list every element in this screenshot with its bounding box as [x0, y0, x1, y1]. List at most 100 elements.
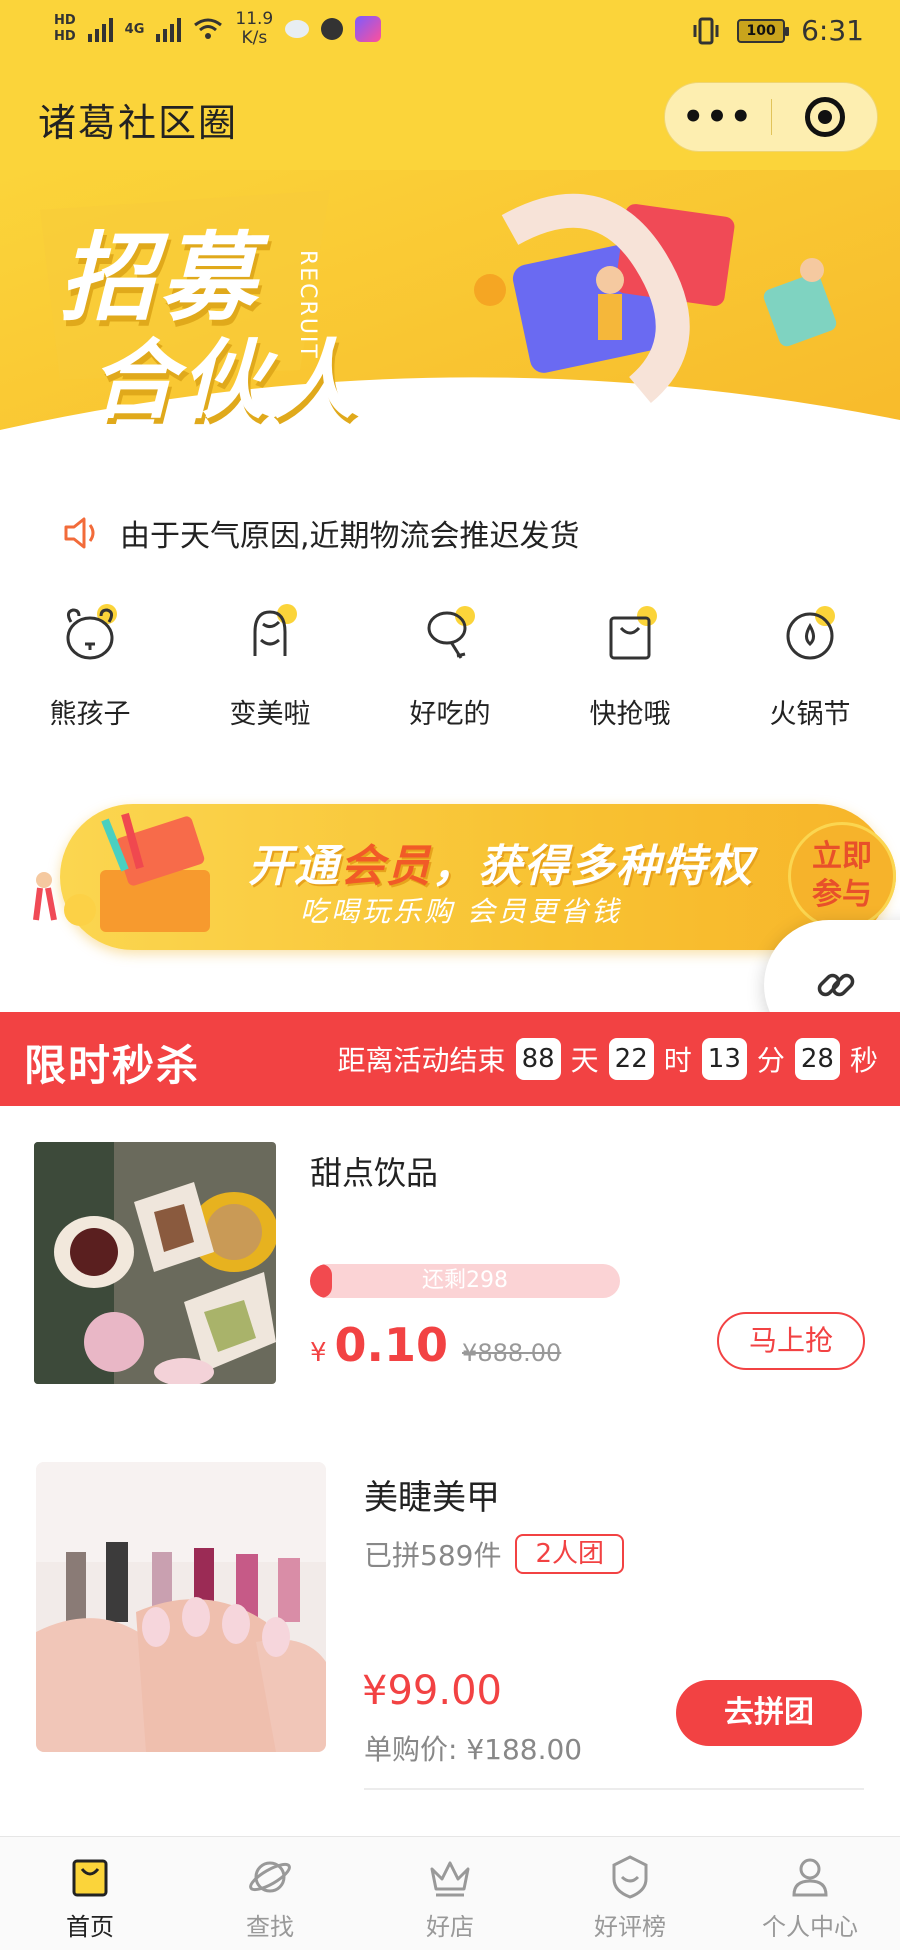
more-menu-button[interactable]: •••: [665, 100, 771, 134]
original-price: ¥888.00: [462, 1339, 562, 1367]
flash-product-card[interactable]: 甜点饮品 还剩298 ¥ 0.10 ¥888.00 马上抢: [0, 1106, 900, 1406]
tab-label: 好店: [426, 1913, 474, 1941]
tab-search[interactable]: 查找: [180, 1837, 360, 1950]
category-item-hotpot[interactable]: 火锅节: [720, 600, 900, 760]
join-group-button[interactable]: 去拼团: [676, 1680, 862, 1746]
member-title-post: ，获得多种特权: [432, 841, 754, 892]
indicator-dot-active: [36, 462, 48, 474]
countdown-minutes-unit: 分: [756, 1044, 785, 1077]
product-price: ¥ 0.10 ¥888.00: [310, 1318, 561, 1372]
countdown: 距离活动结束 88 天 22 时 13 分 28 秒: [338, 1038, 878, 1080]
notice-text: 由于天气原因,近期物流会推迟发货: [120, 519, 580, 554]
group-sold-info: 已拼589件 2人团: [364, 1534, 624, 1574]
status-bar: HD HD 4G 11.9 K/s 100 6:31: [0, 0, 900, 62]
vibrate-icon: [693, 17, 719, 44]
target-icon: [804, 97, 845, 137]
tab-home[interactable]: 首页: [0, 1837, 180, 1950]
product-name: 甜点饮品: [310, 1154, 439, 1192]
tab-label: 首页: [66, 1913, 114, 1941]
speaker-icon: [64, 517, 95, 549]
join-now-line2: 参与: [812, 877, 872, 912]
food-icon: [427, 606, 475, 659]
price-value: 0.10: [334, 1318, 449, 1372]
banner-recruit-text: RECRUIT: [295, 250, 320, 360]
crown-icon: [430, 1861, 470, 1897]
sold-count: 已拼589件: [364, 1539, 502, 1572]
planet-icon: [249, 1861, 291, 1893]
group-buy-product-card[interactable]: 美睫美甲 已拼589件 2人团 ¥99.00 单购价: ¥188.00 去拼团: [0, 1440, 900, 1800]
product-image-nails[interactable]: [36, 1462, 326, 1752]
miniprogram-capsule: •••: [664, 82, 878, 152]
category-item-kids[interactable]: 熊孩子: [0, 600, 180, 760]
member-banner[interactable]: 开通会员，获得多种特权 吃喝玩乐购 会员更省钱 立即 参与: [30, 800, 896, 950]
grab-now-button[interactable]: 马上抢: [717, 1312, 865, 1370]
bottom-tab-bar: 首页 查找 好店 好评榜 个人中心: [0, 1836, 900, 1950]
group-size-tag: 2人团: [515, 1534, 624, 1574]
beauty-icon: [253, 604, 297, 656]
header: HD HD 4G 11.9 K/s 100 6:31 诸葛社区圈 •••: [0, 0, 900, 170]
tab-label: 个人中心: [762, 1913, 858, 1941]
dessert-photo: [34, 1142, 276, 1384]
member-title-highlight: 会员: [340, 841, 432, 892]
category-item-food[interactable]: 好吃的: [360, 600, 540, 760]
product-image-dessert[interactable]: [34, 1142, 276, 1384]
stock-remaining-text: 还剩298: [422, 1268, 508, 1293]
tab-rankings[interactable]: 好评榜: [540, 1837, 720, 1950]
category-label: 快抢哦: [589, 699, 671, 730]
flash-sale-title: 限时秒杀: [24, 1041, 201, 1090]
recruit-banner[interactable]: 招募 合伙人 百城万店 等你加盟 RECRUIT: [0, 170, 900, 490]
countdown-days: 88: [515, 1038, 561, 1080]
banner-indicator: [10, 462, 48, 474]
bag-icon: [609, 606, 657, 660]
countdown-hours-unit: 时: [663, 1044, 692, 1077]
page-title: 诸葛社区圈: [38, 101, 239, 145]
category-label: 好吃的: [409, 699, 491, 730]
status-right: 100 6:31: [691, 14, 864, 47]
join-now-button[interactable]: 立即 参与: [788, 822, 896, 930]
battery-icon: 100: [737, 18, 790, 43]
product-name: 美睫美甲: [364, 1478, 500, 1518]
join-now-line1: 立即: [812, 839, 872, 874]
net-speed-value: 11.9: [235, 9, 274, 29]
countdown-label: 距离活动结束: [337, 1044, 506, 1077]
category-item-beauty[interactable]: 变美啦: [180, 600, 360, 760]
divider: [364, 1788, 864, 1790]
tab-label: 查找: [246, 1913, 294, 1941]
category-item-flash[interactable]: 快抢哦: [540, 600, 720, 760]
category-label: 变美啦: [229, 699, 311, 730]
signal-icon-2: [156, 16, 182, 42]
countdown-seconds-unit: 秒: [849, 1044, 878, 1077]
member-title-pre: 开通: [248, 841, 340, 892]
user-icon: [792, 1858, 828, 1897]
tab-shops[interactable]: 好店: [360, 1837, 540, 1950]
countdown-seconds: 28: [794, 1038, 840, 1080]
single-price: 单购价: ¥188.00: [364, 1733, 583, 1766]
wifi-icon: [194, 18, 223, 39]
category-label: 熊孩子: [49, 699, 131, 730]
close-miniprogram-button[interactable]: [772, 97, 877, 137]
price-currency: ¥: [310, 1338, 327, 1368]
flash-sale-bar: 限时秒杀 距离活动结束 88 天 22 时 13 分 28 秒: [0, 1012, 900, 1106]
indicator-dot: [10, 462, 22, 474]
category-label: 火锅节: [769, 699, 851, 730]
link-icon: [817, 973, 855, 997]
gift-box-illustration: [33, 812, 210, 932]
cloud-icon: [285, 20, 310, 38]
member-title: 开通会员，获得多种特权: [248, 830, 754, 894]
signal-icon: [87, 16, 113, 42]
video-app-icon: [355, 16, 382, 42]
app-status-icon: [321, 18, 344, 40]
home-bag-icon: [72, 1859, 108, 1897]
status-left: HD HD 4G 11.9 K/s: [54, 10, 382, 48]
countdown-hours: 22: [608, 1038, 654, 1080]
hd-icon: HD HD: [54, 13, 76, 44]
hotpot-icon: [786, 606, 835, 660]
tab-profile[interactable]: 个人中心: [720, 1837, 900, 1950]
clock: 6:31: [801, 14, 864, 47]
group-price: ¥99.00: [362, 1668, 502, 1714]
category-grid: 熊孩子 变美啦 好吃的 快抢哦 火锅节: [0, 600, 900, 760]
badge-icon: [612, 1855, 648, 1899]
notice-bar[interactable]: 由于天气原因,近期物流会推迟发货: [62, 508, 580, 558]
net-speed: 11.9 K/s: [235, 10, 273, 48]
net-speed-unit: K/s: [241, 28, 268, 48]
